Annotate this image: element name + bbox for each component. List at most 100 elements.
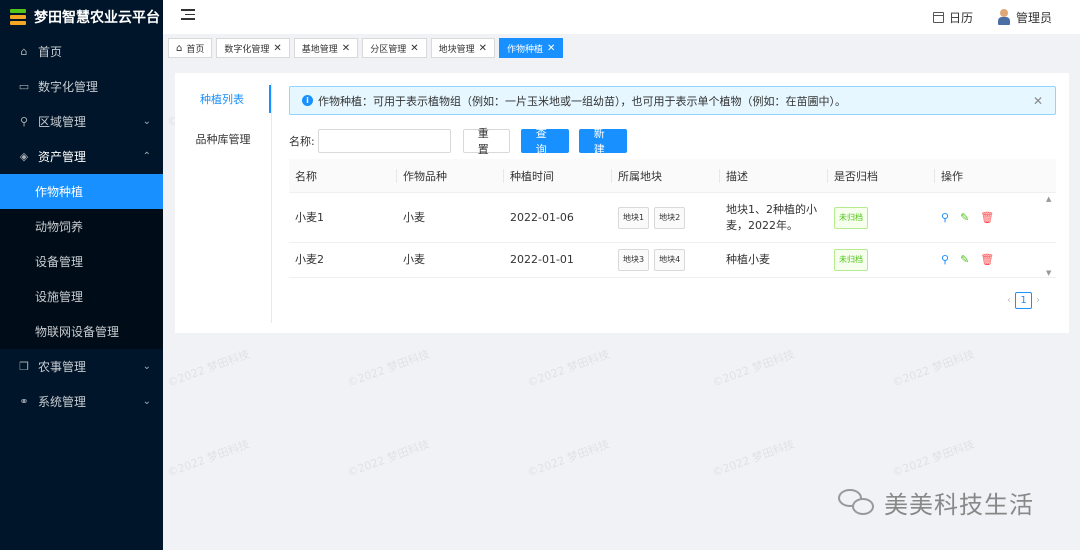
subnav: 种植列表 品种库管理 — [175, 85, 271, 165]
wechat-icon — [838, 488, 876, 517]
close-icon[interactable]: ✕ — [342, 43, 350, 54]
cell-desc: 种植小麦 — [726, 253, 770, 266]
search-button[interactable]: 查询 — [520, 127, 569, 156]
cell-actions: ⚲ ✎ 🗑 — [935, 210, 1044, 226]
close-icon[interactable]: ✕ — [273, 43, 281, 54]
cell-date: 2022-01-06 — [510, 210, 574, 224]
search-icon[interactable]: ⚲ — [941, 252, 949, 268]
edit-icon[interactable]: ✎ — [960, 210, 969, 226]
plot-tag: 地块1 — [618, 206, 650, 229]
cell-variety: 小麦 — [403, 210, 425, 224]
location-icon: ⚲ — [19, 115, 29, 128]
logo-icon — [10, 9, 26, 25]
menu-fold-icon[interactable] — [181, 9, 195, 23]
brand-text: 美美科技生活 — [884, 491, 1034, 519]
plot-tag: 地块2 — [654, 206, 686, 229]
next-page-icon[interactable]: › — [1036, 295, 1040, 306]
cell-desc: 地块1、2种植的小 麦，2022年。 — [720, 202, 828, 234]
cell-status: 未归档 — [828, 249, 935, 271]
sidebar-item-home[interactable]: ⌂ 首页 — [0, 34, 163, 69]
layers-icon: ◈ — [19, 150, 29, 163]
delete-icon[interactable]: 🗑 — [980, 252, 994, 268]
prev-page-icon[interactable]: ‹ — [1007, 295, 1011, 306]
watermark: ©2022 梦田科技 — [890, 347, 977, 390]
sidebar-subitem-crop-planting[interactable]: 作物种植 — [0, 174, 163, 209]
reset-button[interactable]: 重置 — [462, 127, 510, 156]
sidebar-subitem-equipment[interactable]: 设备管理 — [0, 244, 163, 279]
plot-tag: 地块4 — [654, 249, 686, 271]
sidebar-item-label: 数字化管理 — [38, 80, 99, 94]
close-icon[interactable]: ✕ — [479, 43, 487, 54]
table-header: 名称 作物品种 种植时间 所属地块 描述 是否归档 操作 — [289, 159, 1056, 193]
tab-zone[interactable]: 分区管理 ✕ — [362, 38, 427, 58]
cell-name: 小麦2 — [295, 253, 324, 266]
sidebar-item-farming[interactable]: ❒ 农事管理 ⌄ — [0, 349, 163, 384]
sidebar-subitem-facility[interactable]: 设施管理 — [0, 279, 163, 314]
chevron-down-icon: ⌄ — [142, 116, 151, 127]
close-icon[interactable]: ✕ — [410, 43, 418, 54]
chevron-down-icon: ⌄ — [142, 396, 151, 407]
watermark: ©2022 梦田科技 — [710, 347, 797, 390]
app-logo[interactable]: 梦田智慧农业云平台 — [0, 0, 163, 34]
page-number[interactable]: 1 — [1015, 292, 1032, 309]
sidebar-subitem-animal-raising[interactable]: 动物饲养 — [0, 209, 163, 244]
watermark: ©2022 梦田科技 — [345, 347, 432, 390]
desc-line: 麦，2022年。 — [726, 218, 798, 232]
sidebar-item-label: 资产管理 — [38, 150, 87, 164]
edit-icon[interactable]: ✎ — [960, 252, 969, 268]
desc-line: 地块1、2种植的小 — [726, 202, 817, 216]
sidebar-item-assets[interactable]: ◈ 资产管理 ⌃ — [0, 139, 163, 174]
search-icon[interactable]: ⚲ — [941, 210, 949, 226]
new-button[interactable]: 新建 — [578, 127, 627, 156]
tab-base[interactable]: 基地管理 ✕ — [293, 38, 359, 58]
user-name: 管理员 — [1015, 10, 1052, 25]
scroll-down-icon[interactable]: ▼ — [1046, 269, 1051, 277]
user-menu[interactable]: 管理员 — [997, 9, 1052, 26]
name-label: 名称: — [289, 135, 315, 148]
watermark: ©2022 梦田科技 — [165, 347, 252, 390]
delete-icon[interactable]: 🗑 — [980, 210, 994, 226]
sidebar-item-digital[interactable]: ▭ 数字化管理 — [0, 69, 163, 104]
plot-tag: 地块3 — [618, 249, 650, 271]
sidebar-item-region[interactable]: ⚲ 区域管理 ⌄ — [0, 104, 163, 139]
tab-crop-planting[interactable]: 作物种植 ✕ — [499, 38, 564, 58]
calendar-button[interactable]: 日历 — [932, 9, 973, 26]
cell-date: 2022-01-01 — [510, 253, 574, 266]
tab-plot[interactable]: 地块管理 ✕ — [430, 38, 495, 58]
close-icon[interactable]: ✕ — [1033, 94, 1043, 108]
close-icon[interactable]: ✕ — [547, 43, 555, 54]
subnav-variety-library[interactable]: 品种库管理 — [175, 125, 271, 153]
status-badge: 未归档 — [834, 206, 868, 229]
scroll-up-icon[interactable]: ▲ — [1046, 195, 1051, 203]
tab-home[interactable]: ⌂ 首页 — [168, 38, 213, 58]
column-header: 操作 — [941, 169, 963, 183]
column-header: 名称 — [289, 159, 397, 192]
cell-plots: 地块3 地块4 — [612, 249, 720, 271]
tab-label: 数字化管理 — [224, 44, 270, 55]
tab-digital[interactable]: 数字化管理 ✕ — [216, 38, 290, 58]
sidebar-subitem-iot[interactable]: 物联网设备管理 — [0, 314, 163, 349]
sidebar: 梦田智慧农业云平台 ⌂ 首页 ▭ 数字化管理 ⚲ 区域管理 ⌄ ◈ 资产管理 ⌃… — [0, 0, 163, 550]
column-header: 种植时间 — [504, 159, 612, 192]
brand-footer: 美美科技生活 — [838, 485, 1034, 520]
column-header: 作物品种 — [397, 159, 504, 192]
calendar-icon — [932, 11, 944, 23]
content-card: 种植列表 品种库管理 i 作物种植：可用于表示植物组（例如：一片玉米地或一组幼苗… — [175, 73, 1069, 333]
link-icon: ⚭ — [19, 395, 29, 408]
planting-table: 名称 作物品种 种植时间 所属地块 描述 是否归档 操作 小麦1 小麦 2022… — [289, 159, 1056, 278]
alert-text: 作物种植：可用于表示植物组（例如：一片玉米地或一组幼苗），也可用于表示单个植物（… — [318, 94, 846, 108]
cell-name: 小麦1 — [295, 210, 324, 224]
tab-label: 分区管理 — [370, 44, 407, 55]
cell-plots: 地块1 地块2 — [612, 206, 720, 229]
sidebar-item-label: 系统管理 — [38, 395, 87, 409]
cube-icon: ❒ — [19, 360, 29, 373]
watermark: ©2022 梦田科技 — [165, 437, 252, 480]
tab-bar: ⌂ 首页 数字化管理 ✕ 基地管理 ✕ 分区管理 ✕ 地块管理 ✕ 作物种植 ✕ — [163, 34, 1080, 62]
name-input[interactable] — [317, 129, 451, 153]
submenu-assets: 作物种植 动物饲养 设备管理 设施管理 物联网设备管理 — [0, 174, 163, 349]
sidebar-item-label: 区域管理 — [38, 115, 87, 129]
monitor-icon: ▭ — [18, 80, 30, 93]
subnav-planting-list[interactable]: 种植列表 — [175, 85, 271, 113]
sidebar-item-system[interactable]: ⚭ 系统管理 ⌄ — [0, 384, 163, 419]
tab-label: 首页 — [186, 44, 205, 55]
